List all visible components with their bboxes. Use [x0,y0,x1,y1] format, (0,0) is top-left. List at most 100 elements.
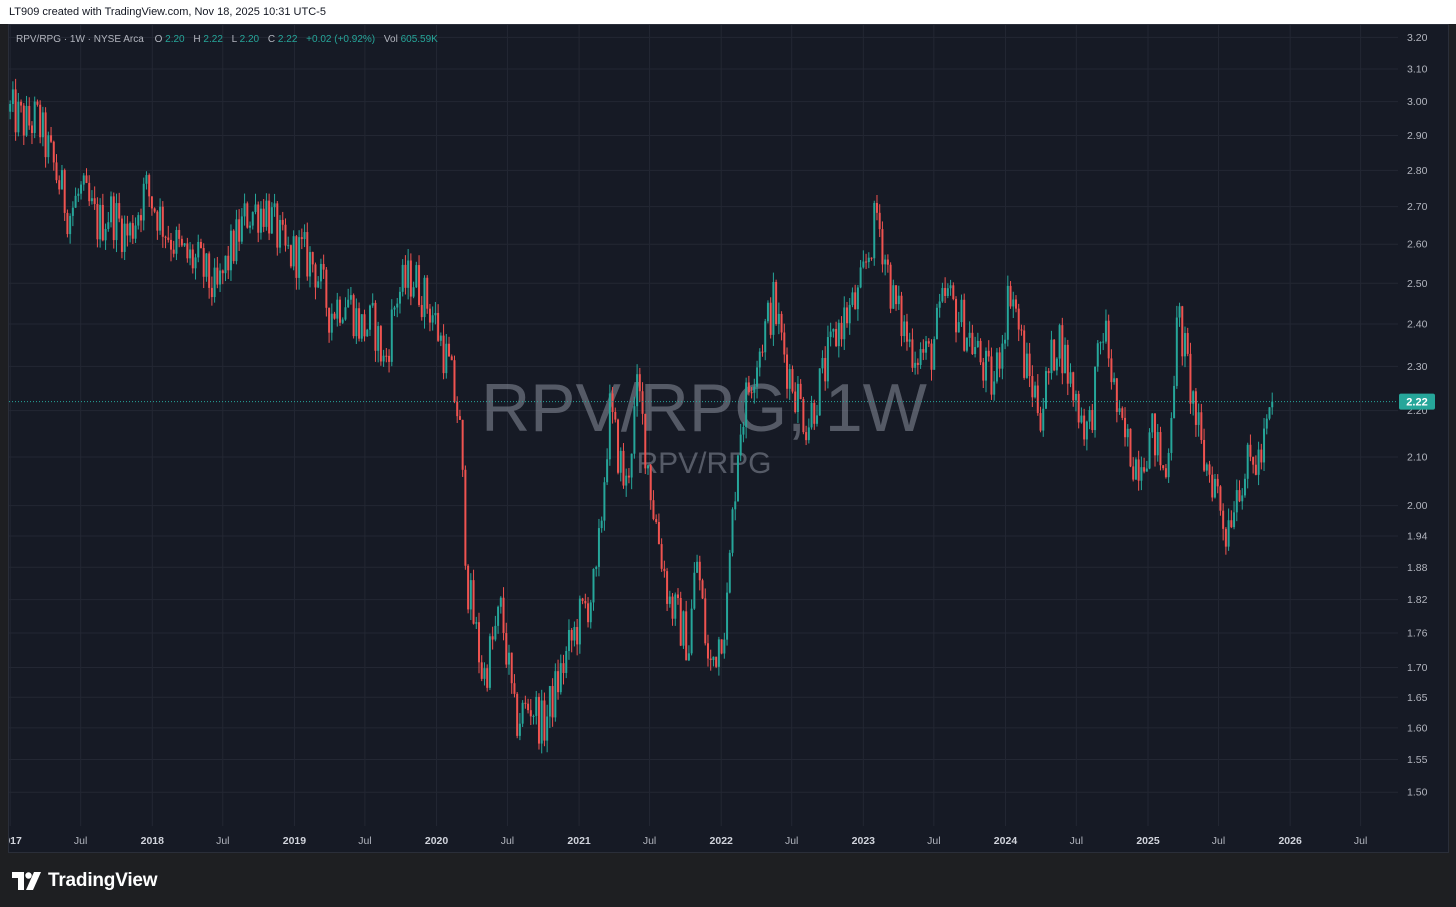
candle [600,516,603,533]
candle [404,255,407,295]
candle [1154,413,1157,467]
candle [1143,457,1146,474]
candle [232,229,235,264]
candle [1205,462,1208,477]
candle [137,212,140,230]
candle [802,396,805,435]
candle [908,332,911,348]
time-tick-label: Jul [1070,835,1083,847]
candle [886,254,889,273]
price-chart[interactable]: RPV/RPG, 1W RPV/RPG 3.20 3.10 3.00 2.90 2.80… [0,25,1448,852]
candle [1257,441,1260,486]
candle [134,217,137,243]
candle [1121,406,1124,421]
candle [183,243,186,247]
price-tick-label: 1.94 [1407,530,1428,542]
candle [1009,281,1012,309]
price-tick-label: 2.70 [1407,201,1428,213]
candle [126,215,129,247]
candle [483,662,486,686]
candle [82,173,85,191]
candle [674,592,677,626]
low-value: 2.20 [240,34,260,45]
candle [1173,375,1176,419]
candle [398,287,401,314]
candle [829,322,832,347]
candle [311,251,314,273]
candle [123,215,126,261]
candle [1085,420,1088,451]
candle [1156,423,1159,462]
candle [993,371,996,401]
time-tick-label: 2020 [425,835,449,847]
open-label: O [155,34,163,45]
candle [1162,465,1165,471]
candle [957,311,960,333]
candle [401,259,404,297]
candle [110,191,113,228]
price-tick-label: 2.30 [1407,361,1428,373]
candle [668,590,671,608]
candle [1055,357,1058,376]
candle [1025,342,1028,379]
candle [930,339,933,381]
candle [1104,309,1107,344]
candle [881,221,884,273]
candle [900,291,903,347]
chart-panel[interactable]: RPV/RPG, 1W RPV/RPG 3.20 3.10 3.00 2.90 2.80… [0,24,1449,853]
candle [159,198,162,235]
candle [1012,291,1015,319]
candle [317,276,320,289]
candle [292,230,295,271]
candle [388,349,391,373]
candle [963,293,966,352]
candle [1159,426,1162,471]
candle [987,340,990,362]
candle [889,262,892,314]
tradingview-logo[interactable]: TradingView [12,869,158,893]
candle [559,654,562,695]
price-tick-label: 2.80 [1407,165,1428,177]
candle [420,296,423,321]
candle [453,355,456,404]
candle [52,140,55,171]
candle [254,193,257,215]
candle [450,354,453,361]
candle [513,674,516,698]
candle [205,253,208,282]
candle [1091,403,1094,433]
candle [227,245,230,280]
candle [554,663,557,722]
candle [995,348,998,384]
candle [289,244,292,269]
candle [1151,413,1154,439]
candle [1167,448,1170,483]
candle [491,626,494,650]
candle [884,254,887,276]
candle [1181,305,1184,366]
candle [1080,407,1083,424]
candle [832,328,835,338]
candle [1148,428,1151,470]
candle [685,600,688,661]
candle [848,297,851,335]
time-tick-label: 2019 [283,835,307,847]
candle [396,297,399,318]
candle [1238,480,1241,503]
time-tick-label: Jul [74,835,87,847]
candle [224,255,227,282]
candle [835,321,838,348]
candle [764,318,767,361]
candle [976,332,979,348]
candle [330,303,333,341]
price-tick-label: 2.50 [1407,278,1428,290]
candle [360,314,363,342]
candle [715,656,718,669]
candle [148,173,151,208]
price-tick-label: 1.70 [1407,662,1428,674]
time-tick-label: Jul [358,835,371,847]
candle [112,192,115,249]
candle [213,258,216,303]
candle [851,287,854,308]
candle [104,223,107,250]
